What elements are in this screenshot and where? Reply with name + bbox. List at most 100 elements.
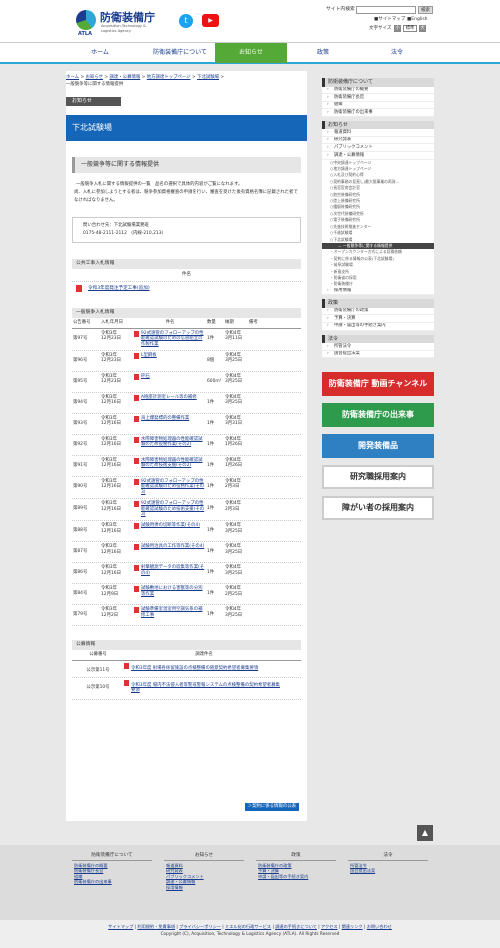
- footer-link[interactable]: 国会提出法案: [348, 868, 428, 873]
- breadcrumb-shimokita[interactable]: 下北試験場: [197, 75, 219, 80]
- english-link[interactable]: ■English: [407, 17, 428, 23]
- row-name-link[interactable]: 砕石: [134, 372, 206, 382]
- row-due: 令和4年 1月26日: [225, 457, 243, 469]
- row-name-link[interactable]: 92式遠管のフォローアップの性能確認試験のため技術支援(その3): [134, 499, 206, 520]
- footer-bottom-link[interactable]: アクセス: [321, 924, 338, 929]
- row-due: 令和4年 3月25日: [225, 373, 243, 385]
- sidebar-news-item[interactable]: 採用情報: [322, 287, 434, 296]
- footer-bottom-link[interactable]: 利用規約・免責事項: [137, 924, 175, 929]
- sidebar-law-item[interactable]: 国会提出法案: [322, 350, 434, 359]
- sidebar-about-item[interactable]: 防衛装備庁の出来事: [322, 109, 434, 117]
- row-qty: 1件: [207, 420, 215, 426]
- sidebar-about-heading: 防衛装備庁について: [322, 78, 434, 87]
- breadcrumb-home[interactable]: ホーム: [66, 75, 79, 80]
- text-size-normal-button[interactable]: 標準: [403, 25, 417, 32]
- youtube-icon[interactable]: ▶: [202, 14, 219, 27]
- row-note: [248, 414, 262, 418]
- row-number: 第84号: [73, 590, 88, 596]
- text-size-large-button[interactable]: 大: [419, 25, 426, 32]
- row-name-link[interactable]: 射撃観測データの収集等作業(その4): [134, 563, 206, 578]
- footer-column-title: 法令: [348, 853, 428, 861]
- row-qty: 1件: [207, 505, 215, 511]
- row-due: 令和4年 3月11日: [225, 330, 243, 342]
- sidebar-policy-item[interactable]: 防衛装備庁の政策: [322, 307, 434, 316]
- row-name-link[interactable]: 海上爆発標的の整備作業: [134, 414, 206, 424]
- sidebar-news-item[interactable]: 報道資料: [322, 129, 434, 137]
- footer-link[interactable]: 防衛装備庁の出来事: [72, 879, 152, 884]
- banner[interactable]: 防衛装備庁 動画チャンネル: [322, 372, 434, 397]
- logo-atla-text: ATLA: [78, 31, 92, 37]
- row-date: 令和3年 12月9日: [101, 585, 119, 597]
- row-name-link[interactable]: 水際障害物処理器の性能確認試験のため技術支援(その2): [134, 456, 206, 471]
- nav-policy[interactable]: 政策: [287, 43, 359, 63]
- sidebar: 防衛装備庁について 防衛装備庁の概要防衛装備庁長官組織防衛装備庁の出来事 お知ら…: [322, 78, 434, 527]
- pdf-icon: [134, 478, 139, 485]
- row-name-link[interactable]: 試験敷地における害獣等の分別等作業: [134, 584, 206, 599]
- logo-subtitle-2: Logistics Agency: [101, 29, 132, 33]
- footer-bottom-link[interactable]: お問い合わせ: [367, 924, 392, 929]
- footer-bottom-link[interactable]: ミエル化の行政サービス: [225, 924, 271, 929]
- text-size-small-button[interactable]: 小: [394, 25, 401, 32]
- atla-logo[interactable]: [76, 10, 96, 30]
- footer-bottom-link[interactable]: 調達の手続きについて: [275, 924, 317, 929]
- banner-list: 防衛装備庁 動画チャンネル 防衛装備庁の出来事 開発装備品研究職採用案内 障がい者の採…: [322, 372, 434, 521]
- row-date: 令和3年 12月16日: [101, 564, 121, 576]
- pdf-icon: [134, 522, 139, 529]
- pdf-icon: [134, 436, 139, 443]
- sidebar-about-item[interactable]: 防衛装備庁長官: [322, 94, 434, 102]
- breadcrumb-news[interactable]: お知らせ: [86, 75, 103, 80]
- row-name-link[interactable]: A砲座計測室レール等の補修: [134, 393, 206, 403]
- banner[interactable]: 開発装備品: [322, 434, 434, 459]
- sidebar-news-item[interactable]: 研究発表: [322, 136, 434, 145]
- nav-about[interactable]: 防衛装備庁について: [145, 43, 215, 63]
- banner[interactable]: 障がい者の採用案内: [322, 496, 434, 521]
- row-qty: 8個: [207, 357, 215, 363]
- kobo-name-link[interactable]: 令和3年度 場内不法侵入者等警戒警報システムの点検整備の契約希望者募集要領: [124, 678, 284, 699]
- row-qty: 1件: [207, 569, 215, 575]
- row-note: [248, 521, 262, 525]
- breadcrumb-procurement[interactable]: 調達・公募情報: [110, 75, 141, 80]
- footer-column-title: 防衛装備庁について: [72, 853, 152, 861]
- footer-bottom-link[interactable]: サイトマップ: [108, 924, 133, 929]
- contract-info-button[interactable]: ＞契約に係る情報の公表: [244, 803, 299, 811]
- footer-bottom-link[interactable]: 関連リンク: [342, 924, 363, 929]
- sidebar-news-item[interactable]: 調達・公募情報: [322, 152, 434, 160]
- sitemap-link[interactable]: ■サイトマップ: [374, 17, 405, 23]
- nav-news[interactable]: お知らせ: [215, 43, 287, 63]
- footer-link[interactable]: 申請・届出等の手続き案内: [256, 874, 336, 879]
- public-works-link[interactable]: 令和3年度発注予定工事(追加): [88, 286, 150, 291]
- breadcrumb-regional[interactable]: 地方調達トップページ: [147, 75, 191, 80]
- row-name-link[interactable]: 92式遠管のフォローアップの性能確認試験のため役務作業(その3): [134, 477, 206, 498]
- row-due: 令和4年 2月25日: [225, 585, 243, 597]
- footer-nav: 防衛装備庁について 防衛装備庁の概要 防衛装備庁長官 組織 防衛装備庁の出来事 お知らせ報…: [0, 845, 500, 920]
- row-name-link[interactable]: 試験用弾の切断等作業(その4): [134, 521, 206, 531]
- page-top-button[interactable]: ▲: [417, 825, 433, 841]
- banner[interactable]: 研究職採用案内: [322, 465, 434, 490]
- banner[interactable]: 防衛装備庁の出来事: [322, 403, 434, 428]
- sidebar-about-item[interactable]: 組織: [322, 101, 434, 110]
- search-button[interactable]: 検索: [418, 6, 433, 14]
- nav-home[interactable]: ホーム: [55, 43, 145, 63]
- row-name-link[interactable]: 92式遠管のフォローアップの性能確認試験のための信管組立の作製作業: [134, 329, 206, 350]
- sidebar-news-item[interactable]: パブリックコメント: [322, 144, 434, 153]
- kobo-name-link[interactable]: 令和3年度 射場各係留施設の点検整備の随意契約希望者募集要領: [124, 661, 284, 677]
- row-name-link[interactable]: L型鋼板: [134, 351, 206, 361]
- competitive-table-body: 第97号 令和3年 12月23日 92式遠管のフォローアップの性能確認試験のための信…: [66, 329, 307, 626]
- public-works-item[interactable]: 令和3年度発注予定工事(追加): [76, 284, 297, 292]
- kobo-col-no: 公募番号: [89, 652, 107, 658]
- sidebar-policy-item[interactable]: 申請・届出等の手続き案内: [322, 322, 434, 331]
- row-name-link[interactable]: 試験用治具の工作等作業(その4): [134, 542, 206, 552]
- search-input[interactable]: [356, 6, 416, 14]
- pdf-icon: [134, 330, 139, 337]
- nav-law[interactable]: 法令: [359, 43, 435, 63]
- row-number: 第90号: [73, 483, 88, 489]
- sidebar-policy-item[interactable]: 予算・決算: [322, 315, 434, 323]
- footer-bottom-link[interactable]: プライバシーポリシー: [179, 924, 221, 929]
- sidebar-law-item[interactable]: 所管法令: [322, 343, 434, 351]
- sidebar-about-item[interactable]: 防衛装備庁の概要: [322, 86, 434, 95]
- table-row: 第88号 令和3年 12月16日 試験用弾の切断等作業(その4) 1件 令和4年 3月2…: [72, 521, 301, 542]
- twitter-icon[interactable]: t: [179, 14, 193, 28]
- row-name-link[interactable]: 試験準備室温室用空調気系の補修工事: [134, 605, 206, 620]
- footer-link[interactable]: 採用情報: [164, 885, 244, 890]
- row-name-link[interactable]: 水際障害物処理器の性能確認試験のため役務作業(その2): [134, 435, 206, 450]
